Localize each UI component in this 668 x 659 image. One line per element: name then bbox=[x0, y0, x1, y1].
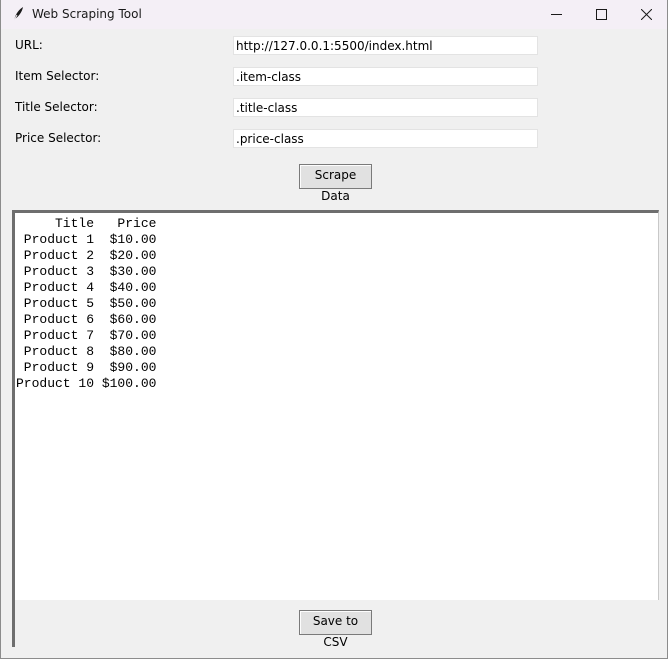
item-selector-input[interactable] bbox=[233, 67, 538, 86]
window-title: Web Scraping Tool bbox=[32, 7, 142, 21]
close-icon bbox=[641, 9, 652, 20]
price-selector-label: Price Selector: bbox=[15, 131, 102, 145]
maximize-button[interactable] bbox=[578, 0, 624, 29]
results-text: Title Price Product 1 $10.00 Product 2 $… bbox=[16, 216, 157, 391]
close-button[interactable] bbox=[623, 0, 668, 29]
item-selector-label: Item Selector: bbox=[15, 69, 100, 83]
app-window: Web Scraping Tool URL: Item Selector: Ti… bbox=[0, 0, 668, 659]
minimize-icon bbox=[551, 14, 562, 15]
price-selector-input[interactable] bbox=[233, 129, 538, 148]
results-text-area[interactable]: Title Price Product 1 $10.00 Product 2 $… bbox=[12, 210, 659, 601]
feather-icon bbox=[11, 6, 25, 22]
title-bar[interactable]: Web Scraping Tool bbox=[1, 0, 667, 29]
scrape-data-button[interactable]: Scrape Data bbox=[299, 164, 372, 203]
minimize-button[interactable] bbox=[533, 0, 579, 29]
title-selector-label: Title Selector: bbox=[15, 100, 98, 114]
url-input[interactable] bbox=[233, 36, 538, 55]
url-label: URL: bbox=[15, 38, 43, 52]
maximize-icon bbox=[596, 9, 607, 20]
save-to-csv-button[interactable]: Save to CSV bbox=[299, 610, 372, 649]
title-selector-input[interactable] bbox=[233, 98, 538, 117]
